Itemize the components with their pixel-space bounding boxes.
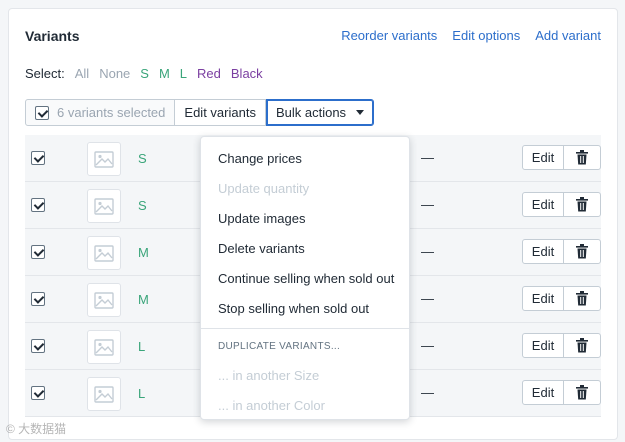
edit-variant-button[interactable]: Edit — [522, 286, 564, 311]
selected-count-label: 6 variants selected — [57, 105, 166, 120]
edit-variant-button[interactable]: Edit — [522, 145, 564, 170]
variant-name[interactable]: S — [138, 198, 147, 213]
menu-item-duplicate-color: ... in another Color — [218, 397, 325, 413]
select-label: Select: — [25, 66, 65, 81]
delete-variant-button[interactable] — [563, 333, 601, 358]
variant-name[interactable]: M — [138, 245, 149, 260]
delete-variant-button[interactable] — [563, 192, 601, 217]
trash-icon — [575, 197, 589, 212]
edit-options-link[interactable]: Edit options — [452, 28, 520, 43]
card-title: Variants — [25, 28, 80, 44]
bulk-actions-menu: Change prices Update quantity Update ima… — [200, 136, 410, 420]
menu-item-continue-selling[interactable]: Continue selling when sold out — [201, 263, 409, 293]
image-placeholder-icon[interactable] — [87, 236, 121, 270]
image-placeholder-icon[interactable] — [87, 377, 121, 411]
variant-value-dash: — — [421, 291, 434, 306]
variant-value-dash: — — [421, 150, 434, 165]
duplicate-variants-heading: DUPLICATE VARIANTS... — [218, 340, 341, 352]
add-variant-link[interactable]: Add variant — [535, 28, 601, 43]
image-placeholder-icon[interactable] — [87, 330, 121, 364]
delete-variant-button[interactable] — [563, 239, 601, 264]
select-l-option[interactable]: L — [180, 66, 187, 81]
variant-name[interactable]: M — [138, 292, 149, 307]
bulk-toolbar: 6 variants selected Edit variants Bulk a… — [25, 99, 375, 126]
row-checkbox[interactable] — [31, 198, 45, 212]
menu-item-update-images[interactable]: Update images — [201, 203, 409, 233]
menu-item-update-quantity: Update quantity — [218, 180, 310, 196]
row-checkbox[interactable] — [31, 292, 45, 306]
select-m-option[interactable]: M — [159, 66, 170, 81]
delete-variant-button[interactable] — [563, 145, 601, 170]
select-red-option[interactable]: Red — [197, 66, 221, 81]
edit-variant-button[interactable]: Edit — [522, 239, 564, 264]
header-links: Reorder variants Edit options Add varian… — [341, 28, 601, 43]
variant-value-dash: — — [421, 385, 434, 400]
image-placeholder-icon[interactable] — [87, 283, 121, 317]
reorder-variants-link[interactable]: Reorder variants — [341, 28, 437, 43]
variant-value-dash: — — [421, 197, 434, 212]
image-placeholder-icon[interactable] — [87, 142, 121, 176]
trash-icon — [575, 244, 589, 259]
menu-item-duplicate-size: ... in another Size — [218, 367, 320, 383]
row-checkbox[interactable] — [31, 151, 45, 165]
edit-variants-button[interactable]: Edit variants — [175, 99, 266, 126]
select-all-segment[interactable]: 6 variants selected — [25, 99, 176, 126]
select-none-option[interactable]: None — [99, 66, 130, 81]
select-all-option[interactable]: All — [75, 66, 89, 81]
edit-variant-button[interactable]: Edit — [522, 192, 564, 217]
variant-name[interactable]: L — [138, 339, 145, 354]
menu-divider — [201, 328, 409, 329]
variant-name[interactable]: S — [138, 151, 147, 166]
trash-icon — [575, 150, 589, 165]
bulk-actions-label: Bulk actions — [275, 105, 347, 120]
delete-variant-button[interactable] — [563, 380, 601, 405]
edit-variant-button[interactable]: Edit — [522, 380, 564, 405]
caret-down-icon — [356, 110, 365, 115]
edit-variant-button[interactable]: Edit — [522, 333, 564, 358]
menu-item-stop-selling[interactable]: Stop selling when sold out — [201, 293, 409, 323]
select-black-option[interactable]: Black — [231, 66, 263, 81]
select-filter-row: Select: All None S M L Red Black — [25, 66, 263, 81]
menu-item-delete-variants[interactable]: Delete variants — [201, 233, 409, 263]
select-s-option[interactable]: S — [140, 66, 149, 81]
row-checkbox[interactable] — [31, 339, 45, 353]
row-checkbox[interactable] — [31, 386, 45, 400]
bulk-actions-button[interactable]: Bulk actions — [265, 99, 375, 126]
variant-value-dash: — — [421, 338, 434, 353]
trash-icon — [575, 291, 589, 306]
row-checkbox[interactable] — [31, 245, 45, 259]
watermark: © 大数据猫 — [6, 422, 67, 436]
image-placeholder-icon[interactable] — [87, 189, 121, 223]
delete-variant-button[interactable] — [563, 286, 601, 311]
menu-item-change-prices[interactable]: Change prices — [201, 143, 409, 173]
variant-value-dash: — — [421, 244, 434, 259]
variant-name[interactable]: L — [138, 386, 145, 401]
trash-icon — [575, 338, 589, 353]
trash-icon — [575, 385, 589, 400]
select-all-checkbox[interactable] — [35, 105, 49, 120]
